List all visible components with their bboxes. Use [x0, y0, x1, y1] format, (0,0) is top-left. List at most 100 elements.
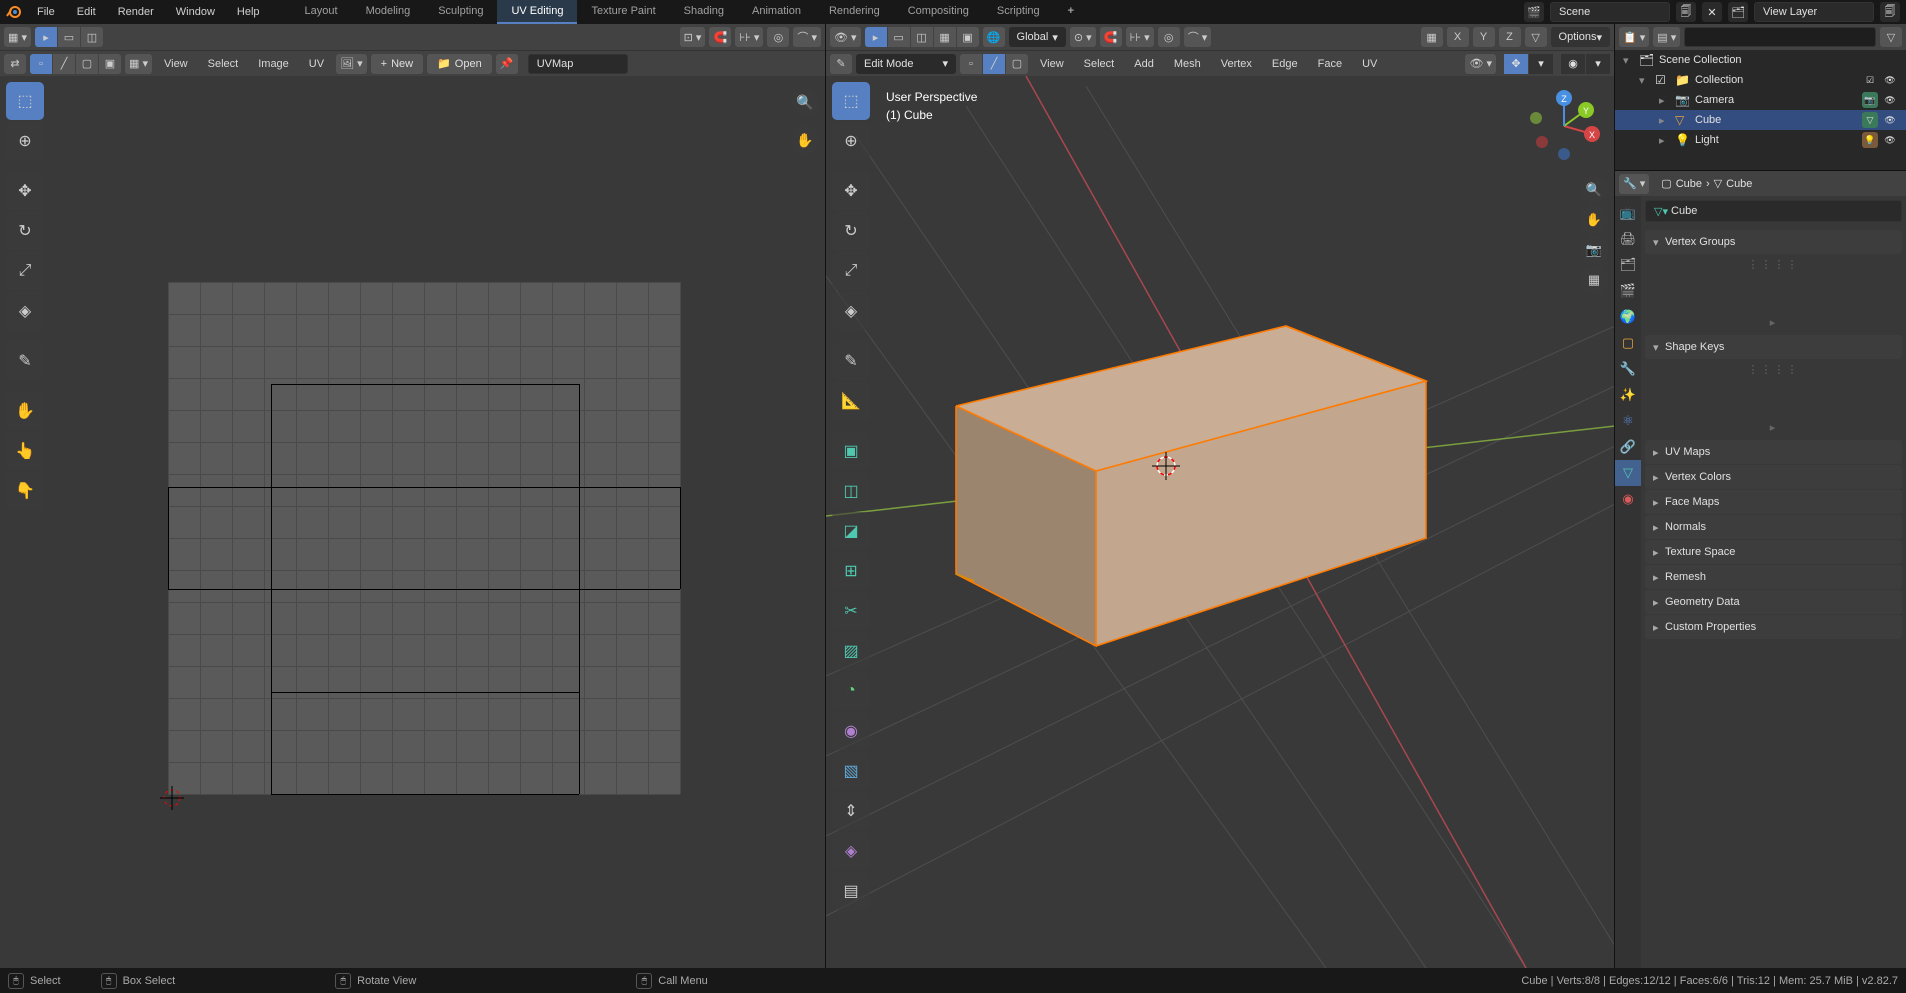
props-cube-label[interactable]: Cube: [1726, 178, 1752, 190]
panel-geometry-data[interactable]: ▸Geometry Data: [1645, 590, 1902, 614]
v3d-menu-vertex[interactable]: Vertex: [1213, 52, 1260, 76]
v3d-proportional-dropdown[interactable]: ⌒ ▾: [1184, 27, 1212, 47]
vert-select-mode[interactable]: ▫: [960, 54, 982, 74]
uv-new-image-button[interactable]: +New: [371, 54, 423, 74]
scene-new-icon[interactable]: 🗐: [1676, 2, 1696, 22]
uv-snap-toggle[interactable]: 🧲: [709, 27, 731, 47]
uv-tool-cursor[interactable]: ⊕: [6, 122, 44, 160]
panel-custom-properties[interactable]: ▸Custom Properties: [1645, 615, 1902, 639]
drag-handle[interactable]: ⋮⋮⋮⋮: [1645, 255, 1902, 273]
tab-rendering[interactable]: Rendering: [815, 0, 894, 24]
mode-icon[interactable]: ✎: [830, 54, 852, 74]
tab-scripting[interactable]: Scripting: [983, 0, 1054, 24]
overlay-dropdown[interactable]: ▾: [1586, 54, 1610, 74]
tab-sculpting[interactable]: Sculpting: [424, 0, 497, 24]
tool-knife[interactable]: ✂: [832, 592, 870, 630]
viewlayer-field[interactable]: View Layer: [1754, 2, 1874, 22]
v3d-snap-toggle[interactable]: 🧲: [1100, 27, 1122, 47]
v3d-subtract-mode[interactable]: ▣: [957, 27, 979, 47]
overlay-toggle[interactable]: ◉: [1561, 54, 1585, 74]
persp-ortho-icon[interactable]: ▦: [1580, 266, 1608, 294]
v3d-menu-edge[interactable]: Edge: [1264, 52, 1306, 76]
tool-extrude-region[interactable]: ▣: [832, 432, 870, 470]
uv-island-mode[interactable]: ▣: [99, 54, 121, 74]
drag-handle[interactable]: ⋮⋮⋮⋮: [1645, 360, 1902, 378]
uv-sync-toggle[interactable]: ⇄: [4, 54, 26, 74]
viewlayer-new-icon[interactable]: 🗐: [1880, 2, 1900, 22]
tab-add-workspace[interactable]: +: [1054, 0, 1088, 24]
tool-rotate[interactable]: ↻: [832, 212, 870, 250]
editor-type-dropdown[interactable]: ▦ ▾: [4, 27, 31, 47]
tool-loop-cut[interactable]: ⊞: [832, 552, 870, 590]
outliner-filter-icon[interactable]: ▽: [1880, 27, 1902, 47]
tab-layout[interactable]: Layout: [291, 0, 352, 24]
tab-shading[interactable]: Shading: [670, 0, 738, 24]
tab-texturepaint[interactable]: Texture Paint: [577, 0, 669, 24]
tool-spin[interactable]: ◔: [832, 672, 870, 710]
v3d-view-object-types[interactable]: 👁 ▾: [1465, 54, 1496, 74]
panel-normals[interactable]: ▸Normals: [1645, 515, 1902, 539]
camera-view-icon[interactable]: 📷: [1580, 236, 1608, 264]
uv-tweak-select[interactable]: ▸: [35, 27, 57, 47]
v3d-y-mirror[interactable]: Y: [1473, 27, 1495, 47]
tab-compositing[interactable]: Compositing: [894, 0, 983, 24]
tool-bevel[interactable]: ◪: [832, 512, 870, 550]
tool-smooth[interactable]: ◉: [832, 712, 870, 750]
panel-vertex-colors[interactable]: ▸Vertex Colors: [1645, 465, 1902, 489]
v3d-invert-mode[interactable]: ▦: [934, 27, 956, 47]
props-editor-type[interactable]: 🔧 ▾: [1619, 174, 1649, 194]
uv-proportional-toggle[interactable]: ◎: [767, 27, 789, 47]
prop-tab-mesh-data[interactable]: ▽: [1615, 460, 1641, 486]
v3d-menu-add[interactable]: Add: [1126, 52, 1162, 76]
v3d-menu-view[interactable]: View: [1032, 52, 1072, 76]
uv-zoom-icon[interactable]: 🔍: [791, 88, 819, 116]
prop-tab-render[interactable]: 📺: [1615, 200, 1641, 226]
menu-file[interactable]: File: [26, 0, 66, 24]
viewlayer-browse-icon[interactable]: 🗂: [1728, 2, 1748, 22]
uv-tool-transform[interactable]: ◈: [6, 292, 44, 330]
prop-tab-modifiers[interactable]: 🔧: [1615, 356, 1641, 382]
uv-menu-select[interactable]: Select: [200, 52, 247, 76]
v3d-box-select[interactable]: ▭: [888, 27, 910, 47]
v3d-pivot-dropdown[interactable]: ⊙ ▾: [1070, 27, 1096, 47]
uv-tool-select[interactable]: ⬚: [6, 82, 44, 120]
uv-tool-pinch[interactable]: 👇: [6, 472, 44, 510]
panel-face-maps[interactable]: ▸Face Maps: [1645, 490, 1902, 514]
uv-box-select[interactable]: ▭: [58, 27, 80, 47]
uvmap-name-field[interactable]: UVMap: [528, 54, 628, 74]
tool-transform[interactable]: ◈: [832, 292, 870, 330]
uv-tool-rotate[interactable]: ↻: [6, 212, 44, 250]
prop-tab-constraints[interactable]: 🔗: [1615, 434, 1641, 460]
uv-vert-mode[interactable]: ▫: [30, 54, 52, 74]
panel-uv-maps[interactable]: ▸UV Maps: [1645, 440, 1902, 464]
uv-tool-annotate[interactable]: ✎: [6, 342, 44, 380]
uv-menu-image[interactable]: Image: [250, 52, 297, 76]
prop-tab-viewlayer[interactable]: 🗂: [1615, 252, 1641, 278]
menu-render[interactable]: Render: [107, 0, 165, 24]
uv-pin-image[interactable]: 📌: [496, 54, 518, 74]
tool-inset-faces[interactable]: ◫: [832, 472, 870, 510]
uv-open-image-button[interactable]: 📁Open: [427, 54, 492, 74]
tab-animation[interactable]: Animation: [738, 0, 815, 24]
navigation-gizmo[interactable]: X Y Z: [1524, 86, 1604, 166]
scene-name-field[interactable]: Scene: [1550, 2, 1670, 22]
tool-measure[interactable]: 📐: [832, 382, 870, 420]
tool-cursor[interactable]: ⊕: [832, 122, 870, 160]
uv-proportional-dropdown[interactable]: ⌒ ▾: [793, 27, 821, 47]
prop-tab-world[interactable]: 🌍: [1615, 304, 1641, 330]
uv-edge-mode[interactable]: ╱: [53, 54, 75, 74]
outliner-camera[interactable]: ▸📷Camera 📷👁: [1615, 90, 1906, 110]
panel-vertex-groups[interactable]: ▾Vertex Groups: [1645, 230, 1902, 254]
panel-remesh[interactable]: ▸Remesh: [1645, 565, 1902, 589]
uv-lasso-select[interactable]: ◫: [81, 27, 103, 47]
gizmo-toggle[interactable]: ✥: [1504, 54, 1528, 74]
tool-rip-region[interactable]: ▤: [832, 872, 870, 910]
menu-help[interactable]: Help: [226, 0, 271, 24]
menu-edit[interactable]: Edit: [66, 0, 107, 24]
tab-uvediting[interactable]: UV Editing: [497, 0, 577, 24]
v3d-menu-mesh[interactable]: Mesh: [1166, 52, 1209, 76]
panel-texture-space[interactable]: ▸Texture Space: [1645, 540, 1902, 564]
prop-tab-physics[interactable]: ⚛: [1615, 408, 1641, 434]
tool-poly-build[interactable]: ▨: [832, 632, 870, 670]
outliner[interactable]: ▾🗂Scene Collection ▾☑📁Collection ☑👁 ▸📷Ca…: [1615, 50, 1906, 170]
